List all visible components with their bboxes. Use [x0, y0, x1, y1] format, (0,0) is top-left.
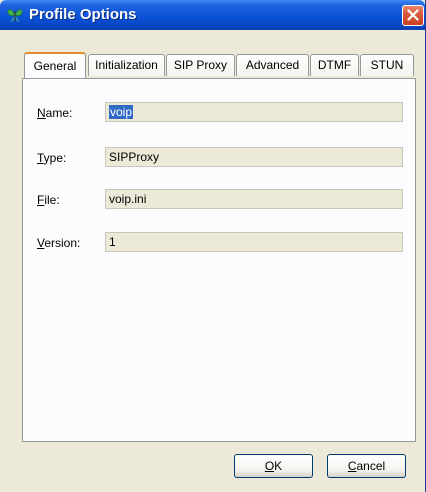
butterfly-icon — [7, 9, 23, 23]
version-value: 1 — [109, 235, 116, 249]
file-label: File: — [37, 193, 60, 207]
name-label: Name: — [37, 106, 73, 120]
tab-advanced[interactable]: Advanced — [236, 54, 309, 76]
type-value: SIPProxy — [109, 150, 160, 164]
tab-general[interactable]: General — [24, 52, 86, 78]
type-field[interactable]: SIPProxy — [105, 147, 403, 167]
version-label: Version: — [37, 236, 81, 250]
tab-sip-proxy[interactable]: SIP Proxy — [166, 54, 235, 76]
version-field[interactable]: 1 — [105, 232, 403, 252]
file-value: voip.ini — [109, 192, 147, 206]
title-bar[interactable]: Profile Options — [0, 0, 425, 30]
cancel-button[interactable]: Cancel — [327, 454, 406, 478]
general-tab-panel: Name: voip Type: SIPProxy File: voip.ini… — [22, 78, 416, 442]
ok-button[interactable]: OK — [234, 454, 313, 478]
name-value: voip — [109, 105, 134, 119]
name-field[interactable]: voip — [105, 102, 403, 122]
file-field[interactable]: voip.ini — [105, 189, 403, 209]
close-button[interactable] — [402, 5, 424, 26]
profile-options-dialog: Profile Options General Initialization S… — [0, 0, 426, 492]
type-label: Type: — [37, 151, 67, 165]
window-title: Profile Options — [29, 6, 137, 23]
tab-stun[interactable]: STUN — [360, 54, 414, 76]
close-icon — [407, 9, 419, 21]
tab-dtmf[interactable]: DTMF — [310, 54, 359, 76]
tab-initialization[interactable]: Initialization — [88, 54, 165, 76]
